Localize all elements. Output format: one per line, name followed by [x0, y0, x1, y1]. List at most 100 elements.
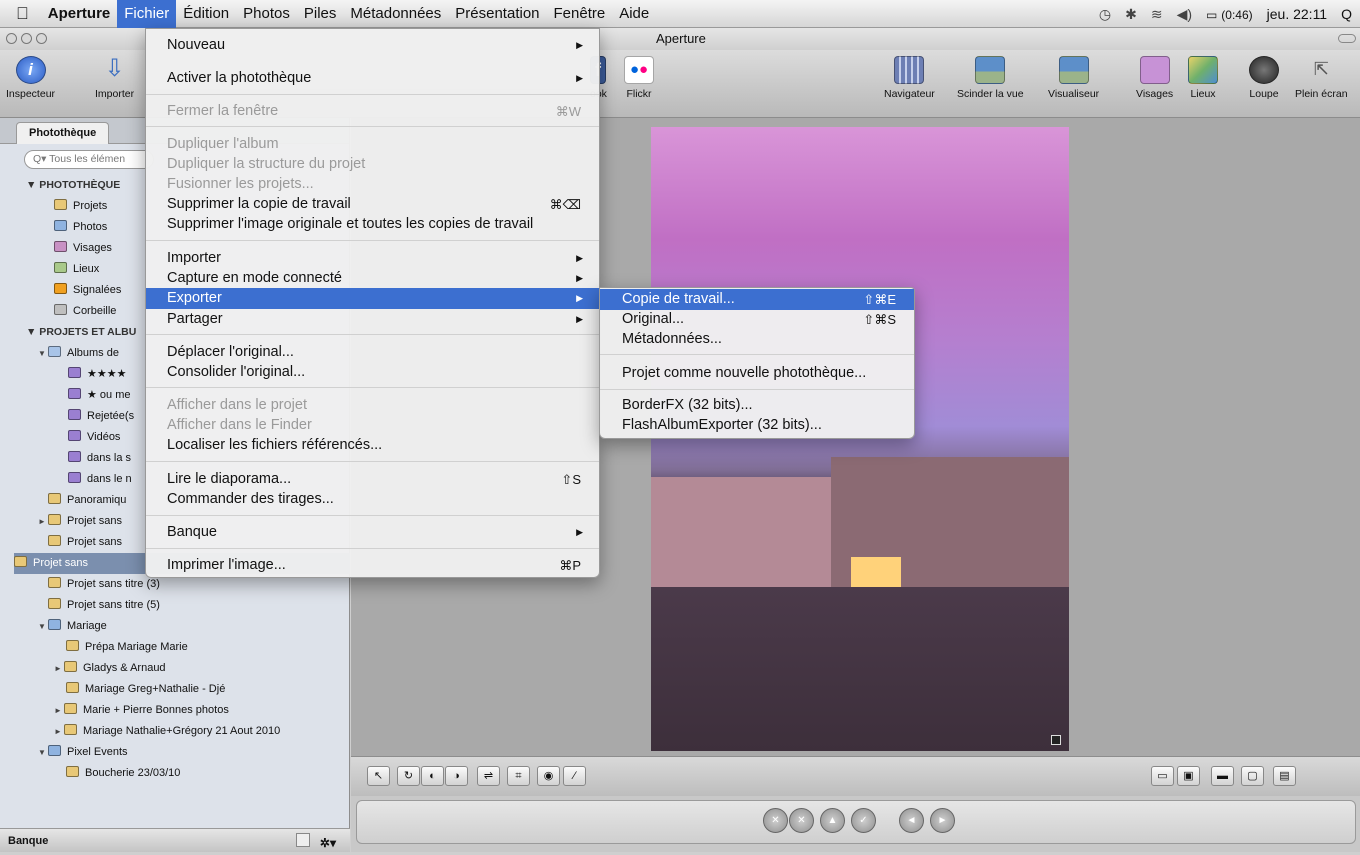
- decrease-rating-button[interactable]: ✕: [789, 808, 814, 833]
- loupe-button[interactable]: Loupe: [1249, 56, 1279, 100]
- sidebar-project[interactable]: Prépa Mariage Marie: [66, 637, 188, 658]
- photo-preview[interactable]: [651, 127, 1069, 751]
- menu-presentation[interactable]: Présentation: [448, 0, 546, 28]
- sidebar-project[interactable]: Projet sans: [48, 532, 122, 553]
- menu-item-supprimer-copie[interactable]: Supprimer la copie de travail ⌘⌫: [146, 194, 599, 215]
- gear-icon[interactable]: ✲▾: [320, 831, 336, 855]
- fullscreen-button[interactable]: ⇱ Plein écran: [1295, 56, 1348, 100]
- menu-metadonnees[interactable]: Métadonnées: [343, 0, 448, 28]
- new-item-button[interactable]: [296, 833, 310, 847]
- menu-item-consolider-original[interactable]: Consolider l'original...: [146, 362, 599, 383]
- submenu-item-copie-travail[interactable]: Copie de travail... ⇧⌘E: [600, 289, 914, 310]
- submenu-item-projet-phototheque[interactable]: Projet comme nouvelle photothèque...: [600, 363, 914, 384]
- select-tool-icon[interactable]: ↖: [367, 766, 390, 786]
- menu-piles[interactable]: Piles: [297, 0, 344, 28]
- tab-library[interactable]: Photothèque: [16, 122, 110, 144]
- time-machine-icon[interactable]: ◷: [1099, 6, 1111, 23]
- straighten-tool-icon[interactable]: ◐: [421, 766, 444, 786]
- section-phototheque[interactable]: ▼ PHOTOTHÈQUE: [26, 175, 120, 196]
- menu-item-importer[interactable]: Importer ▶: [146, 248, 599, 269]
- flickr-button[interactable]: ●● Flickr: [624, 56, 654, 100]
- menu-item-exporter[interactable]: Exporter ▶: [146, 288, 599, 309]
- menu-item-activer-phototheque[interactable]: Activer la photothèque ▶: [146, 68, 599, 89]
- disclosure-triangle-icon[interactable]: ▼: [38, 742, 48, 763]
- menu-item-diaporama[interactable]: Lire le diaporama... ⇧S: [146, 469, 599, 490]
- close-window-icon[interactable]: [6, 33, 17, 44]
- disclosure-triangle-icon[interactable]: ▼: [38, 616, 48, 637]
- apple-menu-icon[interactable]: : [0, 0, 41, 28]
- spotlight-icon[interactable]: Q: [1341, 6, 1352, 22]
- crop-tool-icon[interactable]: ◑: [445, 766, 468, 786]
- previous-button[interactable]: ◄: [899, 808, 924, 833]
- sidebar-item-albums-root[interactable]: ▼ Albums de: [38, 343, 119, 364]
- sidebar-project[interactable]: Panoramiqu: [48, 490, 126, 511]
- sidebar-smart-album[interactable]: ★★★★: [68, 364, 126, 385]
- menu-item-capture[interactable]: Capture en mode connecté ▶: [146, 268, 599, 289]
- disclosure-triangle-icon[interactable]: ►: [54, 721, 64, 742]
- red-eye-tool-icon[interactable]: ◉: [537, 766, 560, 786]
- disclosure-triangle-icon[interactable]: ►: [54, 700, 64, 721]
- library-search-input[interactable]: Q▾ Tous les élémen: [24, 150, 154, 169]
- sidebar-item-visages[interactable]: Visages: [54, 238, 112, 259]
- menu-item-tirages[interactable]: Commander des tirages...: [146, 489, 599, 510]
- viewer-button[interactable]: Visualiseur: [1048, 56, 1099, 100]
- sidebar-smart-album[interactable]: dans la s: [68, 448, 131, 469]
- sidebar-smart-album[interactable]: dans le n: [68, 469, 132, 490]
- rotate-tool-icon[interactable]: ↻: [397, 766, 420, 786]
- places-button[interactable]: Lieux: [1188, 56, 1218, 100]
- sidebar-project[interactable]: Boucherie 23/03/10: [66, 763, 180, 784]
- submenu-item-original[interactable]: Original... ⇧⌘S: [600, 309, 914, 330]
- display-options-icon[interactable]: ▣: [1177, 766, 1200, 786]
- sidebar-project[interactable]: ► Projet sans: [38, 511, 122, 532]
- sidebar-smart-album[interactable]: Rejetée(s: [68, 406, 134, 427]
- section-projets-albums[interactable]: ▼ PROJETS ET ALBU: [26, 322, 136, 343]
- toolbar-toggle-icon[interactable]: [1338, 34, 1356, 43]
- sidebar-project[interactable]: ► Mariage Nathalie+Grégory 21 Aout 2010: [54, 721, 280, 742]
- battery-icon[interactable]: ▭ (0:46): [1206, 6, 1253, 22]
- single-view-icon[interactable]: ▢: [1241, 766, 1264, 786]
- lift-stamp-tool-icon[interactable]: ⇌: [477, 766, 500, 786]
- sidebar-folder[interactable]: ▼ Mariage: [38, 616, 107, 637]
- menu-item-deplacer-original[interactable]: Déplacer l'original...: [146, 342, 599, 363]
- reject-button[interactable]: ✕: [763, 808, 788, 833]
- menu-item-imprimer[interactable]: Imprimer l'image... ⌘P: [146, 555, 599, 576]
- navigator-button[interactable]: Navigateur: [884, 56, 935, 100]
- split-view-button[interactable]: Scinder la vue: [957, 56, 1024, 100]
- browser-view-icon[interactable]: ▭: [1151, 766, 1174, 786]
- menu-app-aperture[interactable]: Aperture: [41, 0, 118, 28]
- menu-photos[interactable]: Photos: [236, 0, 297, 28]
- disclosure-triangle-icon[interactable]: ►: [54, 658, 64, 679]
- sidebar-smart-album[interactable]: ★ ou me: [68, 385, 131, 406]
- sidebar-item-photos[interactable]: Photos: [54, 217, 107, 238]
- disclosure-triangle-icon[interactable]: ▼: [38, 343, 48, 364]
- disclosure-triangle-icon[interactable]: ►: [38, 511, 48, 532]
- sidebar-item-lieux[interactable]: Lieux: [54, 259, 99, 280]
- menu-item-banque[interactable]: Banque ▶: [146, 522, 599, 543]
- menu-edition[interactable]: Édition: [176, 0, 236, 28]
- menu-item-localiser[interactable]: Localiser les fichiers référencés...: [146, 435, 599, 456]
- filmstrip-view-icon[interactable]: ▤: [1273, 766, 1296, 786]
- menu-item-nouveau[interactable]: Nouveau ▶: [146, 35, 599, 56]
- import-button[interactable]: ⇩ Importer: [95, 56, 134, 101]
- volume-icon[interactable]: ◀): [1177, 6, 1192, 23]
- submenu-item-metadonnees[interactable]: Métadonnées...: [600, 329, 914, 350]
- brush-tool-icon[interactable]: ∕: [563, 766, 586, 786]
- menu-fenetre[interactable]: Fenêtre: [547, 0, 613, 28]
- wifi-icon[interactable]: ≋: [1151, 6, 1163, 23]
- select-button[interactable]: ✓: [851, 808, 876, 833]
- menubar-clock[interactable]: jeu. 22:11: [1267, 6, 1327, 22]
- sidebar-item-projets[interactable]: Projets: [54, 196, 107, 217]
- bluetooth-icon[interactable]: ✱: [1125, 6, 1137, 23]
- menu-item-partager[interactable]: Partager ▶: [146, 309, 599, 330]
- sidebar-project[interactable]: Projet sans titre (3): [48, 574, 160, 595]
- zoom-window-icon[interactable]: [36, 33, 47, 44]
- metadata-view-icon[interactable]: ▬: [1211, 766, 1234, 786]
- increase-rating-button[interactable]: ▲: [820, 808, 845, 833]
- sidebar-project[interactable]: Mariage Greg+Nathalie - Djé: [66, 679, 225, 700]
- submenu-item-borderfx[interactable]: BorderFX (32 bits)...: [600, 395, 914, 416]
- sidebar-folder[interactable]: ▼ Pixel Events: [38, 742, 128, 763]
- submenu-item-flashalbum[interactable]: FlashAlbumExporter (32 bits)...: [600, 415, 914, 436]
- menu-fichier[interactable]: Fichier: [117, 0, 177, 28]
- crop-frame-tool-icon[interactable]: ⌗: [507, 766, 530, 786]
- sidebar-item-signalées[interactable]: Signalées: [54, 280, 121, 301]
